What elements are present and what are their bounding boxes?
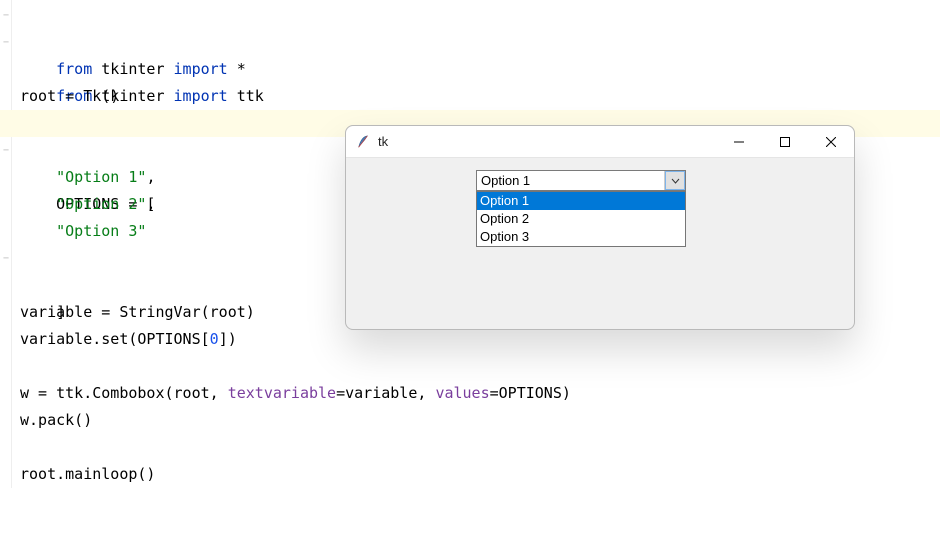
code-line: root.mainloop() bbox=[0, 461, 940, 488]
fold-marker[interactable]: − bbox=[2, 143, 10, 157]
code-line: w.pack() bbox=[0, 407, 940, 434]
titlebar[interactable]: tk bbox=[346, 126, 854, 158]
tk-feather-icon bbox=[356, 135, 370, 149]
combobox-button[interactable] bbox=[665, 171, 685, 190]
dropdown-option[interactable]: Option 2 bbox=[477, 210, 685, 228]
code-line: root = Tk() bbox=[0, 83, 940, 110]
maximize-button[interactable] bbox=[762, 126, 808, 158]
fold-marker[interactable]: − bbox=[2, 251, 10, 265]
dropdown-option[interactable]: Option 3 bbox=[477, 228, 685, 246]
dropdown-option[interactable]: Option 1 bbox=[477, 192, 685, 210]
minimize-button[interactable] bbox=[716, 126, 762, 158]
minimize-icon bbox=[734, 137, 744, 147]
close-icon bbox=[826, 137, 836, 147]
code-line bbox=[0, 434, 940, 461]
fold-marker[interactable]: − bbox=[2, 35, 10, 49]
tk-window[interactable]: tk Option 1 Option 1 Option 2 Option 3 bbox=[345, 125, 855, 330]
combobox-dropdown[interactable]: Option 1 Option 2 Option 3 bbox=[476, 191, 686, 247]
code-line: w = ttk.Combobox(root, textvariable=vari… bbox=[0, 380, 940, 407]
window-title: tk bbox=[378, 134, 388, 149]
combobox-text[interactable]: Option 1 bbox=[477, 171, 665, 190]
code-line bbox=[0, 353, 940, 380]
code-line: variable.set(OPTIONS[0]) bbox=[0, 326, 940, 353]
maximize-icon bbox=[780, 137, 790, 147]
fold-marker[interactable]: − bbox=[2, 8, 10, 22]
code-line: − from tkinter import * bbox=[0, 2, 940, 29]
window-client-area: Option 1 Option 1 Option 2 Option 3 bbox=[346, 158, 854, 329]
code-line bbox=[0, 56, 940, 83]
window-buttons bbox=[716, 126, 854, 158]
close-button[interactable] bbox=[808, 126, 854, 158]
combobox[interactable]: Option 1 bbox=[476, 170, 686, 191]
chevron-down-icon bbox=[671, 178, 680, 184]
code-line: − from tkinter import ttk bbox=[0, 29, 940, 56]
